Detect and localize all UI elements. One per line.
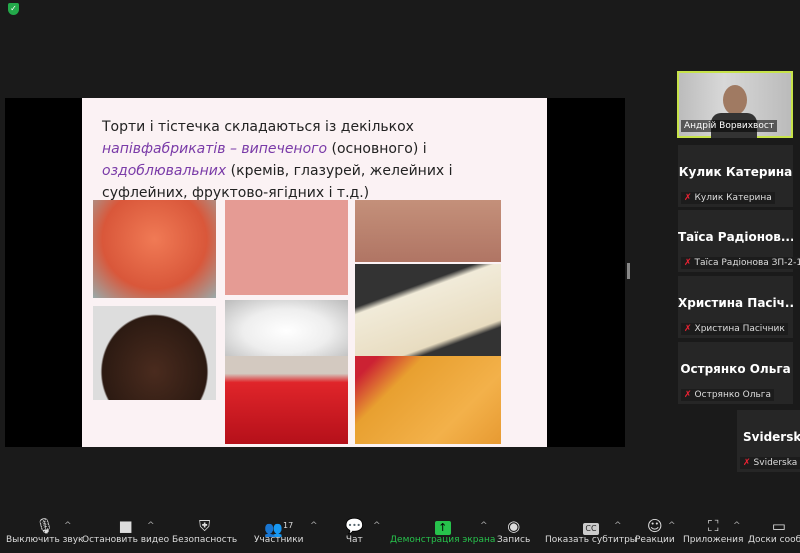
- stop-video-button[interactable]: ■ Остановить видео: [82, 513, 169, 545]
- strawberry-jelly-image: [225, 356, 348, 444]
- record-button[interactable]: ◉ Запись: [497, 513, 530, 545]
- encryption-shield-icon[interactable]: ✓: [8, 3, 19, 15]
- cake-glaze-image: [93, 200, 216, 298]
- participant-label: ✗Sviderska Na: [740, 457, 800, 469]
- whipped-cream-image: [225, 300, 348, 356]
- muted-mic-icon: ✗: [743, 458, 751, 468]
- mute-options-caret[interactable]: ^: [64, 521, 72, 531]
- participant-name: Острянко Ольга: [694, 390, 772, 400]
- muted-mic-icon: ✗: [684, 193, 692, 203]
- participant-tile[interactable]: Sviderska ✗Sviderska Na: [737, 410, 800, 472]
- participant-display-name: Таїса Радіонов...: [678, 230, 793, 244]
- participant-tile[interactable]: Кулик Катерина ✗ Кулик Катерина: [678, 145, 793, 207]
- participant-tile[interactable]: Острянко Ольга ✗ Острянко Ольга: [678, 342, 793, 404]
- highlight: оздоблювальних: [102, 163, 227, 179]
- label: Участники: [254, 535, 304, 545]
- mute-button[interactable]: 🎙 Выключить звук: [6, 513, 83, 545]
- chat-button[interactable]: 💬 Чат: [345, 513, 364, 545]
- participant-tile[interactable]: Таїса Радіонов... ✗ Таїса Радіонова ЗП-2-1: [678, 210, 800, 272]
- captions-button[interactable]: CC Показать субтитры: [545, 513, 637, 545]
- share-options-caret[interactable]: ^: [480, 521, 488, 531]
- participant-tile[interactable]: Христина Пасіч... ✗ Христина Пасічник: [678, 276, 793, 338]
- label: Показать субтитры: [545, 535, 637, 545]
- presentation-slide: Торти і тістечка складаються із декілько…: [82, 98, 547, 447]
- label: Остановить видео: [82, 535, 170, 545]
- muted-mic-icon: ✗: [684, 258, 692, 268]
- participant-label: ✗ Острянко Ольга: [681, 389, 775, 401]
- muted-mic-icon: ✗: [684, 324, 692, 334]
- chat-options-caret[interactable]: ^: [373, 521, 381, 531]
- participant-label: ✗ Таїса Радіонова ЗП-2-1: [681, 257, 800, 269]
- camera-icon: ■: [118, 517, 133, 535]
- shield-icon: ⛨: [198, 517, 211, 535]
- participant-name: Христина Пасічник: [694, 324, 785, 334]
- label: Демонстрация экрана: [390, 535, 496, 545]
- participant-display-name: Кулик Катерина: [678, 165, 793, 179]
- reactions-options-caret[interactable]: ^: [668, 521, 676, 531]
- whiteboard-icon: ▭: [771, 517, 786, 535]
- video-options-caret[interactable]: ^: [147, 521, 155, 531]
- people-icon: 👥17: [264, 520, 294, 538]
- participant-display-name: Острянко Ольга: [680, 362, 791, 376]
- self-video-tile[interactable]: Андрій Ворвихвост: [677, 71, 793, 138]
- cheesecake-image: [355, 264, 501, 356]
- slide-text: Торти і тістечка складаються із декілько…: [102, 116, 532, 204]
- captions-options-caret[interactable]: ^: [614, 521, 622, 531]
- chocolate-pour-image: [93, 306, 216, 400]
- resize-handle[interactable]: [627, 263, 630, 279]
- record-icon: ◉: [507, 517, 521, 535]
- fruit-cake-image: [355, 356, 501, 444]
- participants-count: 17: [283, 521, 294, 530]
- participant-name: Sviderska Na: [753, 458, 800, 468]
- security-button[interactable]: ⛨ Безопасность: [172, 513, 237, 545]
- highlight: напівфабрикатів – випеченого: [102, 141, 328, 157]
- participants-button[interactable]: 👥17 Участники: [254, 513, 304, 545]
- label: Чат: [345, 535, 363, 545]
- label: Запись: [497, 535, 531, 545]
- participant-label: ✗ Христина Пасічник: [681, 323, 788, 335]
- chat-bubble-icon: 💬: [345, 517, 364, 535]
- whiteboards-button[interactable]: ▭Доски сообщ: [748, 513, 800, 545]
- cc-icon: CC: [583, 523, 599, 535]
- label: Приложения: [683, 535, 744, 545]
- cream-whisk-image: [225, 200, 348, 295]
- apps-options-caret[interactable]: ^: [733, 521, 741, 531]
- participants-options-caret[interactable]: ^: [310, 521, 318, 531]
- participant-display-name: Sviderska: [743, 430, 800, 444]
- chocolate-cream-image: [355, 200, 501, 262]
- text: Торти і тістечка складаються із декілько…: [102, 119, 414, 135]
- participant-display-name: Христина Пасіч...: [678, 296, 793, 310]
- meeting-toolbar: 🎙 Выключить звук ^ ■ Остановить видео ^ ⛨ Б…: [0, 513, 800, 553]
- text: (основного) і: [327, 141, 427, 157]
- label: Доски сообщ: [748, 535, 800, 545]
- participant-name: Кулик Катерина: [694, 193, 772, 203]
- person-face: [723, 85, 747, 115]
- label: Безопасность: [172, 535, 238, 545]
- muted-mic-icon: ✗: [684, 390, 692, 400]
- label: Реакции: [635, 535, 675, 545]
- participant-name: Таїса Радіонова ЗП-2-1: [694, 258, 800, 268]
- microphone-icon: 🎙: [35, 517, 55, 535]
- participant-name: Андрій Ворвихвост: [681, 120, 778, 132]
- participant-label: ✗ Кулик Катерина: [681, 192, 775, 204]
- label: Выключить звук: [6, 535, 84, 545]
